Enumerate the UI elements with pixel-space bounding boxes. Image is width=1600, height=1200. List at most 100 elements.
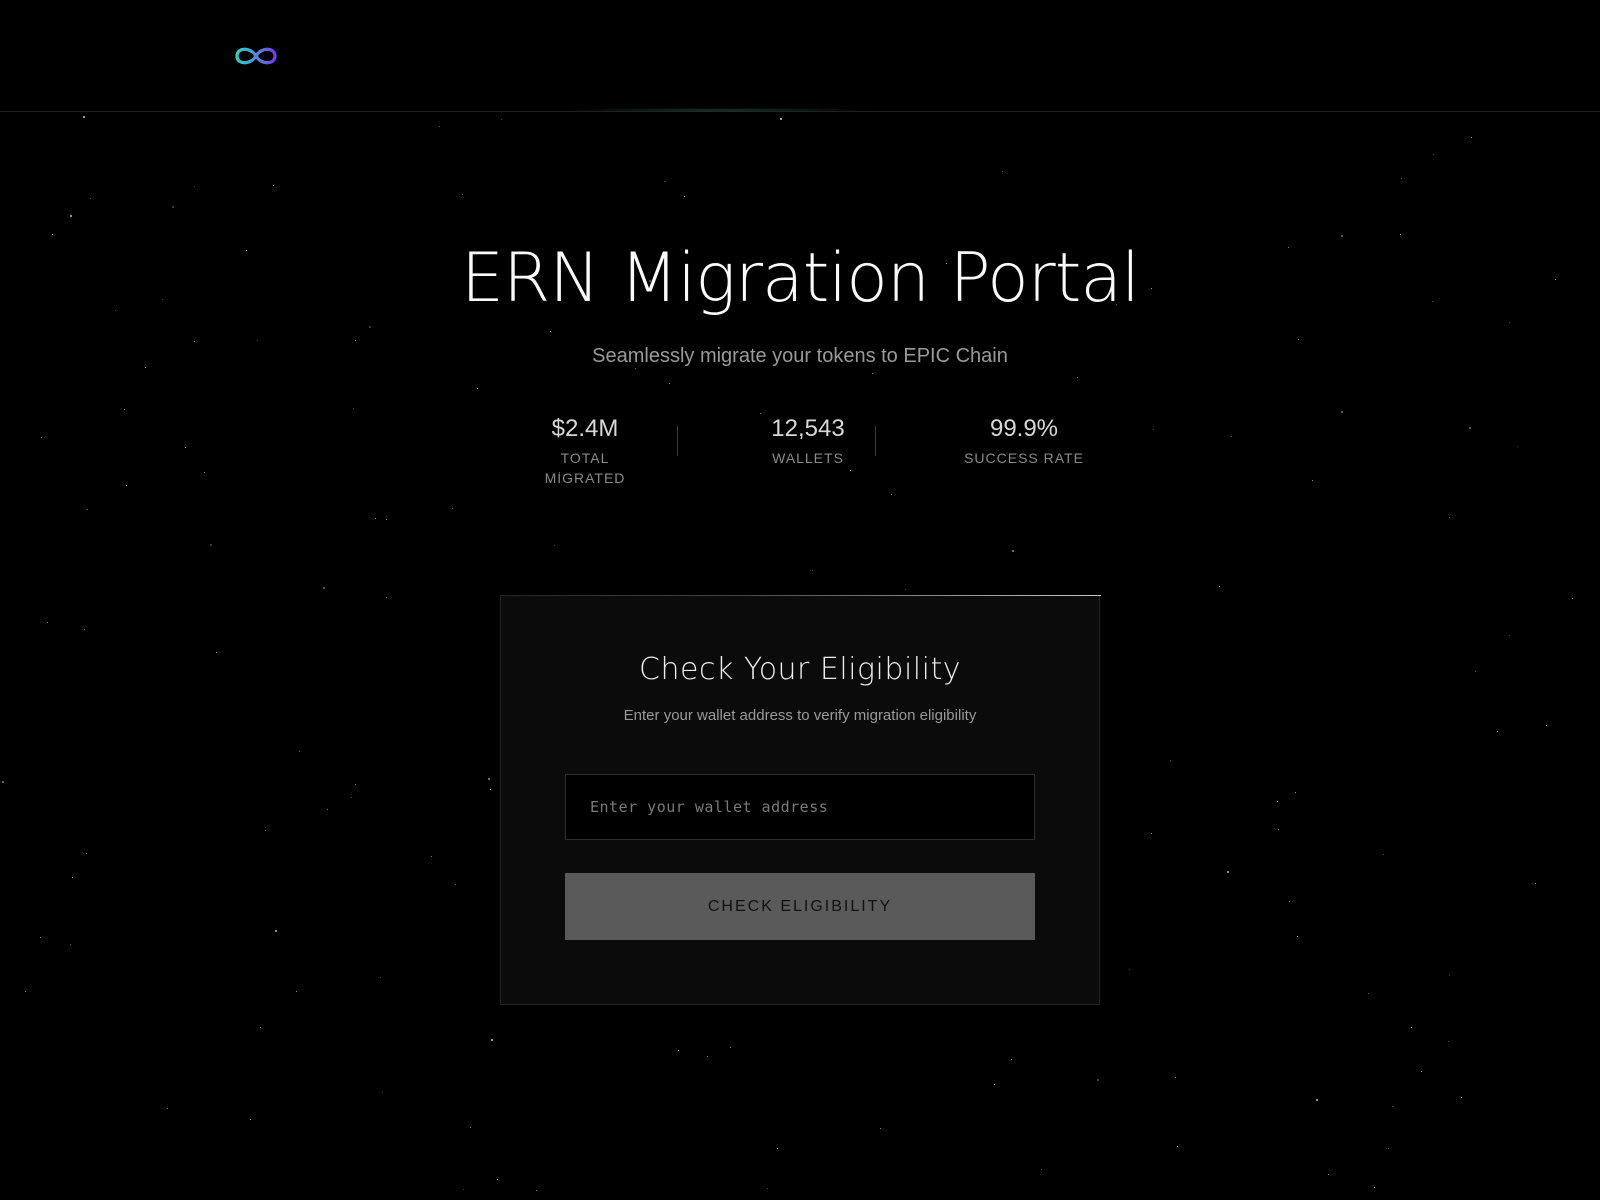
star-dot (90, 198, 91, 199)
star-dot (777, 1148, 778, 1149)
star-dot (355, 340, 356, 341)
star-dot (216, 652, 217, 653)
star-dot (70, 215, 72, 217)
star-dot (477, 388, 478, 389)
star-dot (1368, 993, 1369, 994)
star-dot (124, 409, 125, 410)
star-dot (1295, 792, 1296, 793)
star-dot (260, 1027, 261, 1028)
star-dot (536, 1190, 537, 1191)
star-dot (1497, 731, 1498, 732)
star-dot (296, 991, 297, 992)
star-dot (491, 1039, 493, 1041)
star-dot (1097, 1079, 1099, 1081)
star-dot (1041, 1169, 1042, 1170)
star-dot (351, 797, 352, 798)
infinity-logo-icon[interactable] (231, 40, 281, 72)
star-dot (380, 977, 381, 978)
star-dot (1383, 854, 1384, 855)
stat-wallets: 12,543 WALLETS (748, 412, 868, 468)
star-dot (1509, 635, 1510, 636)
star-dot (1411, 1027, 1412, 1028)
star-dot (1170, 760, 1171, 761)
stat-value: 12,543 (771, 415, 845, 442)
star-dot (872, 373, 873, 374)
stat-value: 99.9% (989, 415, 1059, 442)
star-dot (1448, 1041, 1449, 1042)
star-dot (905, 589, 906, 590)
star-dot (1012, 550, 1014, 552)
star-dot (355, 784, 356, 785)
stat-divider (875, 426, 876, 456)
star-dot (1535, 883, 1536, 884)
star-dot (1316, 1099, 1318, 1101)
star-dot (488, 778, 490, 780)
wallet-address-input[interactable] (565, 774, 1035, 840)
eligibility-card: Check Your Eligibility Enter your wallet… (500, 595, 1101, 1005)
star-dot (1475, 671, 1476, 672)
star-dot (1277, 801, 1278, 802)
star-dot (86, 853, 87, 854)
star-dot (1546, 725, 1547, 726)
stat-label: SUCCESS RATE (964, 450, 1084, 466)
star-dot (812, 570, 813, 571)
check-eligibility-button[interactable]: CHECK ELIGIBILITY (565, 873, 1035, 940)
star-dot (1328, 1174, 1329, 1175)
star-dot (1401, 178, 1402, 179)
star-dot (273, 185, 274, 186)
star-dot (257, 340, 258, 341)
star-dot (369, 326, 371, 328)
star-dot (299, 751, 300, 752)
star-dot (250, 1119, 251, 1120)
star-dot (452, 508, 453, 509)
stat-divider (677, 426, 678, 456)
star-dot (550, 331, 551, 332)
star-dot (730, 1047, 731, 1048)
star-dot (1449, 975, 1450, 976)
star-dot (1433, 154, 1434, 155)
star-dot (194, 186, 195, 187)
star-dot (1219, 586, 1220, 587)
star-dot (994, 1084, 995, 1085)
stat-total-migrated: $2.4M TOTAL MIGRATED (520, 412, 650, 488)
star-dot (767, 1188, 768, 1189)
star-dot (1177, 1146, 1178, 1147)
star-dot (1175, 1077, 1176, 1078)
star-dot (126, 485, 127, 486)
star-dot (375, 518, 376, 519)
stat-value: $2.4M (551, 415, 619, 442)
stat-success-rate: 99.9% SUCCESS RATE (959, 412, 1089, 468)
star-dot (684, 196, 685, 197)
star-dot (554, 545, 555, 546)
stats-bar: $2.4M TOTAL MIGRATED 12,543 WALLETS 99.9… (0, 412, 1600, 486)
star-dot (1572, 598, 1573, 599)
star-dot (880, 1128, 881, 1129)
card-title: Check Your Eligibility (639, 652, 961, 687)
star-dot (1388, 1148, 1389, 1149)
star-dot (1449, 517, 1450, 518)
star-dot (72, 877, 73, 878)
header-glow (560, 108, 880, 112)
star-dot (2, 781, 4, 783)
star-dot (1421, 1071, 1422, 1072)
star-dot (47, 622, 48, 623)
page-title: ERN Migration Portal (461, 239, 1140, 318)
star-dot (1392, 1106, 1393, 1107)
star-dot (1151, 833, 1152, 834)
star-dot (497, 1179, 498, 1180)
star-dot (172, 206, 174, 208)
star-dot (455, 884, 456, 885)
page-subtitle: Seamlessly migrate your tokens to EPIC C… (592, 345, 1008, 367)
star-dot (1298, 339, 1299, 340)
star-dot (327, 809, 328, 810)
star-dot (1461, 1097, 1462, 1098)
star-dot (353, 408, 354, 409)
page: ERN Migration Portal Seamlessly migrate … (0, 0, 1600, 1200)
star-dot (490, 789, 491, 790)
star-dot (386, 597, 387, 598)
star-dot (1278, 829, 1279, 830)
star-dot (275, 930, 277, 932)
star-dot (382, 1092, 383, 1093)
star-dot (664, 181, 665, 182)
star-dot (1129, 969, 1130, 970)
